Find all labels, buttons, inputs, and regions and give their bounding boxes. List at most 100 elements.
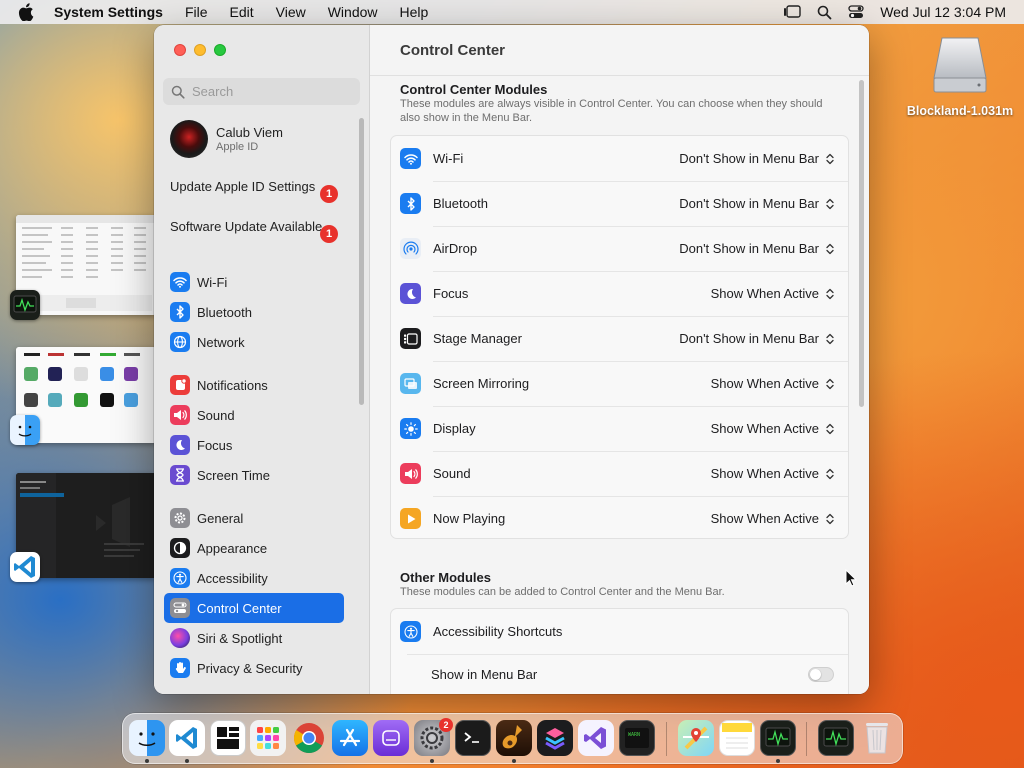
view-menu[interactable]: View	[276, 4, 306, 20]
spotlight-search-icon[interactable]	[817, 5, 832, 20]
speaker-icon	[400, 463, 421, 484]
trash-icon[interactable]	[859, 720, 895, 756]
apple-menu-icon[interactable]	[18, 3, 36, 21]
sidebar-scrollbar[interactable]	[359, 118, 364, 405]
globe-icon	[170, 332, 190, 352]
menubar-clock[interactable]: Wed Jul 12 3:04 PM	[880, 4, 1006, 20]
finder-stage-icon	[10, 415, 40, 445]
notice-software-update[interactable]: Software Update Available	[170, 219, 345, 235]
menu-bar-visibility-select[interactable]: Show When Active	[711, 511, 835, 526]
menu-bar-visibility-select[interactable]: Show When Active	[711, 466, 835, 481]
sidebar-item-network[interactable]: Network	[164, 328, 344, 356]
window-manager-icon[interactable]	[210, 720, 246, 756]
accessibility-icon	[170, 568, 190, 588]
sidebar-item-focus[interactable]: Focus	[164, 431, 344, 459]
sidebar-item-control-center[interactable]: Control Center	[164, 593, 344, 623]
chevron-up-down-icon	[825, 288, 835, 300]
menu-bar-visibility-select[interactable]: Don't Show in Menu Bar	[679, 196, 835, 211]
running-indicator	[185, 759, 189, 763]
other-modules-group: Accessibility Shortcuts Show in Menu Bar	[390, 608, 849, 694]
terminal-icon[interactable]	[455, 720, 491, 756]
settings-badge: 2	[439, 718, 453, 732]
sidebar-item-wifi[interactable]: Wi-Fi	[164, 268, 344, 296]
zoom-button[interactable]	[214, 44, 226, 56]
menu-bar-visibility-select[interactable]: Show When Active	[711, 421, 835, 436]
bluetooth-icon	[170, 302, 190, 322]
select-value: Don't Show in Menu Bar	[679, 196, 819, 211]
notice-update-apple-id[interactable]: Update Apple ID Settings	[170, 179, 345, 195]
chrome-icon[interactable]	[291, 720, 327, 756]
podcasts-icon[interactable]	[373, 720, 409, 756]
activity-monitor-stage-icon	[10, 290, 40, 320]
launchpad-icon[interactable]	[250, 720, 286, 756]
chevron-up-down-icon	[825, 468, 835, 480]
sidebar-item-appearance[interactable]: Appearance	[164, 534, 344, 562]
file-menu[interactable]: File	[185, 4, 208, 20]
show-in-menu-bar-toggle[interactable]	[808, 667, 834, 682]
app-menu[interactable]: System Settings	[54, 4, 163, 20]
window-menu[interactable]: Window	[328, 4, 378, 20]
minimize-button[interactable]	[194, 44, 206, 56]
finder-icon[interactable]	[129, 720, 165, 756]
maps-icon[interactable]	[678, 720, 714, 756]
edit-menu[interactable]: Edit	[230, 4, 254, 20]
sidebar-item-privacy-security[interactable]: Privacy & Security	[164, 654, 344, 682]
activity-monitor-recent-icon[interactable]	[818, 720, 854, 756]
help-menu[interactable]: Help	[400, 4, 429, 20]
bluetooth-icon	[400, 193, 421, 214]
moon-icon	[170, 435, 190, 455]
menu-bar-visibility-select[interactable]: Don't Show in Menu Bar	[679, 151, 835, 166]
close-button[interactable]	[174, 44, 186, 56]
desktop-drive[interactable]: Blockland-1.031m	[905, 36, 1015, 118]
dock-divider	[666, 722, 667, 756]
accessibility-icon	[400, 621, 421, 642]
dock: 2 WARN	[122, 713, 903, 764]
sidebar-item-screen-time[interactable]: Screen Time	[164, 461, 344, 489]
running-indicator	[512, 759, 516, 763]
module-label: Screen Mirroring	[433, 376, 530, 391]
vscode-icon[interactable]	[169, 720, 205, 756]
sidebar-item-label: General	[197, 510, 244, 526]
stage-manager-menubar-icon[interactable]	[783, 5, 801, 19]
sidebar-item-bluetooth[interactable]: Bluetooth	[164, 298, 344, 326]
module-row-airdrop: AirDrop Don't Show in Menu Bar	[391, 226, 850, 271]
sidebar-item-notifications[interactable]: Notifications	[164, 371, 344, 399]
apple-id-profile[interactable]: Calub Viem Apple ID	[170, 120, 283, 158]
title-divider	[370, 75, 869, 76]
chevron-up-down-icon	[825, 153, 835, 165]
app-store-icon[interactable]	[332, 720, 368, 756]
chevron-up-down-icon	[825, 378, 835, 390]
bell-icon	[170, 375, 190, 395]
menu-bar-visibility-select[interactable]: Don't Show in Menu Bar	[679, 331, 835, 346]
menu-bar-visibility-select[interactable]: Show When Active	[711, 286, 835, 301]
sidebar-item-accessibility[interactable]: Accessibility	[164, 564, 344, 592]
notes-icon[interactable]	[719, 720, 755, 756]
moon-icon	[400, 283, 421, 304]
chevron-up-down-icon	[825, 423, 835, 435]
section-title-modules: Control Center Modules	[400, 82, 548, 97]
garageband-icon[interactable]	[496, 720, 532, 756]
module-label: Wi-Fi	[433, 151, 464, 166]
control-center-menubar-icon[interactable]	[848, 5, 864, 19]
sidebar-item-label: Control Center	[197, 600, 282, 616]
visual-studio-icon[interactable]	[578, 720, 614, 756]
module-label: Display	[433, 421, 476, 436]
menu-bar-visibility-select[interactable]: Show When Active	[711, 376, 835, 391]
module-row-stage-manager: Stage Manager Don't Show in Menu Bar	[391, 316, 850, 361]
appearance-icon	[170, 538, 190, 558]
drive-icon	[932, 36, 988, 94]
shortcuts-icon[interactable]	[537, 720, 573, 756]
module-row-bluetooth: Bluetooth Don't Show in Menu Bar	[391, 181, 850, 226]
sidebar-item-sound[interactable]: Sound	[164, 401, 344, 429]
select-value: Don't Show in Menu Bar	[679, 241, 819, 256]
content-scrollbar[interactable]	[859, 80, 864, 407]
sidebar-item-general[interactable]: General	[164, 504, 344, 532]
hourglass-icon	[170, 465, 190, 485]
activity-monitor-icon[interactable]	[760, 720, 796, 756]
module-row-display: Display Show When Active	[391, 406, 850, 451]
console-icon[interactable]: WARN	[619, 720, 655, 756]
sidebar-item-siri-spotlight[interactable]: Siri & Spotlight	[164, 624, 344, 652]
search-field[interactable]: Search	[163, 78, 360, 105]
speaker-icon	[170, 405, 190, 425]
menu-bar-visibility-select[interactable]: Don't Show in Menu Bar	[679, 241, 835, 256]
